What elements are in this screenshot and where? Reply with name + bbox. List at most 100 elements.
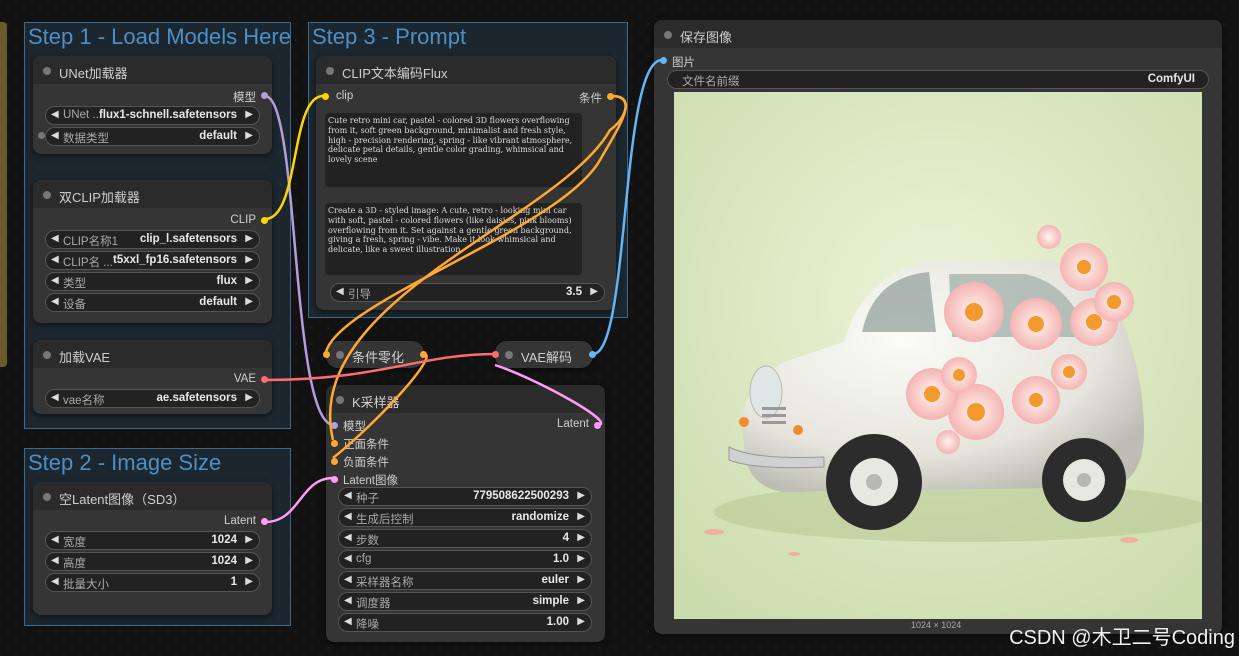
cfg-number[interactable]: ◀ cfg 1.0 ▶ (338, 550, 592, 569)
sampler-name-combo[interactable]: ◀ 采样器名称 euler ▶ (338, 571, 592, 590)
collapse-dot-icon[interactable] (326, 67, 334, 75)
dtype-combo[interactable]: ◀ 数据类型 default ▶ (45, 127, 260, 146)
arrow-right-icon[interactable]: ▶ (245, 109, 253, 120)
clip-device-combo[interactable]: ◀ 设备 default ▶ (45, 293, 260, 312)
node-title-bar[interactable]: K采样器 (326, 385, 605, 413)
input-images-slot[interactable] (660, 57, 667, 64)
arrow-left-icon[interactable]: ◀ (336, 286, 344, 297)
node-title-bar[interactable]: CLIP文本编码Flux (316, 56, 616, 84)
arrow-right-icon[interactable]: ▶ (245, 555, 253, 566)
arrow-left-icon[interactable]: ◀ (51, 555, 59, 566)
input-positive-slot[interactable] (331, 440, 338, 447)
input-dtype-slot[interactable] (38, 132, 45, 139)
arrow-left-icon[interactable]: ◀ (344, 574, 352, 585)
arrow-left-icon[interactable]: ◀ (51, 296, 59, 307)
vae-name-combo[interactable]: ◀ vae名称 ae.safetensors ▶ (45, 389, 260, 408)
output-image-slot[interactable] (589, 351, 596, 358)
arrow-right-icon[interactable]: ▶ (245, 296, 253, 307)
output-latent-slot[interactable] (594, 422, 601, 429)
collapse-dot-icon[interactable] (336, 351, 344, 359)
vae-decode-node[interactable]: VAE解码 (492, 341, 596, 369)
arrow-right-icon[interactable]: ▶ (245, 233, 253, 244)
input-vae-slot[interactable] (492, 351, 499, 358)
steps-number[interactable]: ◀ 步数 4 ▶ (338, 529, 592, 548)
arrow-right-icon[interactable]: ▶ (577, 553, 585, 564)
filename-prefix-text[interactable]: 文件名前缀 ComfyUI (667, 70, 1209, 89)
arrow-right-icon[interactable]: ▶ (245, 130, 253, 141)
generated-image-preview[interactable] (674, 92, 1202, 619)
collapse-dot-icon[interactable] (336, 396, 344, 404)
collapse-dot-icon[interactable] (43, 67, 51, 75)
node-title-bar[interactable]: 加载VAE (33, 340, 272, 368)
arrow-left-icon[interactable]: ◀ (344, 532, 352, 543)
denoise-number[interactable]: ◀ 降噪 1.00 ▶ (338, 613, 592, 632)
arrow-right-icon[interactable]: ▶ (245, 576, 253, 587)
arrow-left-icon[interactable]: ◀ (344, 490, 352, 501)
output-latent-slot[interactable] (261, 518, 268, 525)
collapse-dot-icon[interactable] (43, 351, 51, 359)
node-title-bar[interactable]: 双CLIP加载器 (33, 180, 272, 208)
arrow-right-icon[interactable]: ▶ (577, 595, 585, 606)
dual-clip-loader-node[interactable]: 双CLIP加载器 CLIP ◀ CLIP名称1 clip_l.safetensors… (33, 180, 272, 323)
arrow-right-icon[interactable]: ▶ (577, 532, 585, 543)
control-after-generate-combo[interactable]: ◀ 生成后控制 randomize ▶ (338, 508, 592, 527)
input-latent-slot[interactable] (331, 476, 338, 483)
collapse-dot-icon[interactable] (505, 351, 513, 359)
arrow-right-icon[interactable]: ▶ (577, 574, 585, 585)
width-number[interactable]: ◀ 宽度 1024 ▶ (45, 531, 260, 550)
input-negative-slot[interactable] (331, 458, 338, 465)
arrow-right-icon[interactable]: ▶ (590, 286, 598, 297)
unet-name-combo[interactable]: ◀ UNet ... flux1-schnell.safetensors ▶ (45, 106, 260, 125)
arrow-left-icon[interactable]: ◀ (344, 511, 352, 522)
node-title-bar[interactable]: 条件零化 (326, 341, 424, 369)
scheduler-combo[interactable]: ◀ 调度器 simple ▶ (338, 592, 592, 611)
clip-type-combo[interactable]: ◀ 类型 flux ▶ (45, 272, 260, 291)
collapse-dot-icon[interactable] (43, 493, 51, 501)
node-title-bar[interactable]: 保存图像 (654, 20, 1222, 48)
conditioning-zero-out-node[interactable]: 条件零化 (323, 341, 427, 369)
arrow-left-icon[interactable]: ◀ (51, 392, 59, 403)
height-number[interactable]: ◀ 高度 1024 ▶ (45, 552, 260, 571)
input-conditioning-slot[interactable] (323, 351, 330, 358)
arrow-right-icon[interactable]: ▶ (577, 616, 585, 627)
node-title-bar[interactable]: VAE解码 (495, 341, 593, 369)
output-conditioning-slot[interactable] (607, 93, 614, 100)
node-title-bar[interactable]: UNet加载器 (33, 56, 272, 84)
arrow-left-icon[interactable]: ◀ (51, 576, 59, 587)
clip-name1-combo[interactable]: ◀ CLIP名称1 clip_l.safetensors ▶ (45, 230, 260, 249)
clip-l-prompt-textarea[interactable]: Cute retro mini car, pastel - colored 3D… (325, 113, 582, 187)
arrow-left-icon[interactable]: ◀ (51, 534, 59, 545)
arrow-left-icon[interactable]: ◀ (344, 616, 352, 627)
batch-size-number[interactable]: ◀ 批量大小 1 ▶ (45, 573, 260, 592)
arrow-left-icon[interactable]: ◀ (51, 233, 59, 244)
arrow-right-icon[interactable]: ▶ (245, 534, 253, 545)
input-model-slot[interactable] (331, 422, 338, 429)
collapse-dot-icon[interactable] (664, 31, 672, 39)
arrow-right-icon[interactable]: ▶ (577, 511, 585, 522)
clip-name2-combo[interactable]: ◀ CLIP名 ... t5xxl_fp16.safetensors ▶ (45, 251, 260, 270)
input-clip-slot[interactable] (322, 93, 329, 100)
seed-number[interactable]: ◀ 种子 779508622500293 ▶ (338, 487, 592, 506)
collapse-dot-icon[interactable] (43, 191, 51, 199)
arrow-left-icon[interactable]: ◀ (51, 275, 59, 286)
node-title-bar[interactable]: 空Latent图像（SD3） (33, 482, 272, 510)
guidance-number[interactable]: ◀ 引导 3.5 ▶ (330, 283, 605, 302)
arrow-right-icon[interactable]: ▶ (245, 275, 253, 286)
arrow-right-icon[interactable]: ▶ (245, 254, 253, 265)
empty-latent-node[interactable]: 空Latent图像（SD3） Latent ◀ 宽度 1024 ▶ ◀ 高度 1024 ▶ … (33, 482, 272, 615)
arrow-left-icon[interactable]: ◀ (344, 595, 352, 606)
arrow-left-icon[interactable]: ◀ (51, 254, 59, 265)
t5xxl-prompt-textarea[interactable]: Create a 3D - styled image: A cute, retr… (325, 203, 582, 275)
arrow-left-icon[interactable]: ◀ (51, 130, 59, 141)
arrow-right-icon[interactable]: ▶ (577, 490, 585, 501)
clip-text-encode-flux-node[interactable]: CLIP文本编码Flux clip 条件 Cute retro mini car… (316, 56, 616, 310)
unet-loader-node[interactable]: UNet加载器 模型 ◀ UNet ... flux1-schnell.safete… (33, 56, 272, 154)
output-clip-slot[interactable] (261, 217, 268, 224)
output-vae-slot[interactable] (261, 376, 268, 383)
output-conditioning-slot[interactable] (420, 351, 427, 358)
arrow-right-icon[interactable]: ▶ (245, 392, 253, 403)
arrow-left-icon[interactable]: ◀ (344, 553, 352, 564)
ksampler-node[interactable]: K采样器 模型 正面条件 负面条件 Latent图像 Latent ◀ 种子 779… (326, 385, 605, 642)
vae-loader-node[interactable]: 加载VAE VAE ◀ vae名称 ae.safetensors ▶ (33, 340, 272, 414)
arrow-left-icon[interactable]: ◀ (51, 109, 59, 120)
